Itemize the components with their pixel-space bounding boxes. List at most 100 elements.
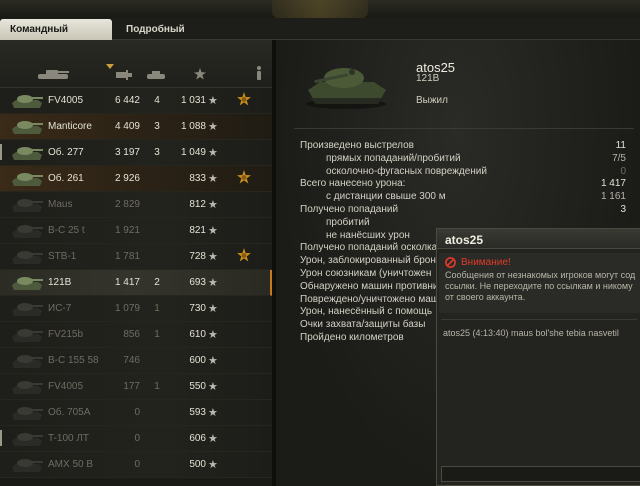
stat-label: Очки захвата/защиты базы	[300, 319, 426, 331]
table-row[interactable]: B-C 25 t 1 921 821 ★	[0, 218, 272, 244]
table-row[interactable]: Manticore 4 409 3 1 088 ★	[0, 114, 272, 140]
tab-bar: Командный результат Подробный отчёт	[0, 18, 640, 56]
chat-title: atos25	[445, 233, 484, 247]
damage-value: 4 409	[114, 121, 140, 132]
table-row[interactable]: FV4005 177 1 550 ★	[0, 374, 272, 400]
star-icon: ★	[208, 303, 218, 315]
kills-value: 1	[154, 329, 160, 340]
kills-value: 1	[154, 303, 160, 314]
star-icon: ★	[208, 199, 218, 211]
kills-icon[interactable]	[146, 70, 166, 80]
stat-label: осколочно-фугасных повреждений	[326, 165, 487, 177]
experience-icon[interactable]	[194, 68, 206, 80]
tank-icon	[12, 225, 43, 238]
stat-label: пробитий	[326, 216, 370, 228]
tank-icon	[12, 173, 43, 186]
star-icon: ★	[208, 173, 218, 185]
tank-name: B-C 155 58	[48, 355, 99, 366]
tab-team-result[interactable]: Командный результат	[0, 19, 112, 56]
experience-value: 593	[189, 407, 206, 418]
experience-value: 500	[189, 459, 206, 470]
star-icon: ★	[208, 95, 218, 107]
stat-label: Урон союзникам (уничтожен	[300, 268, 432, 279]
chat-input[interactable]	[441, 466, 640, 482]
tank-icon	[12, 199, 43, 212]
tank-name: T-100 ЛТ	[48, 433, 90, 444]
divider	[441, 319, 637, 320]
chat-window[interactable]: atos25 Внимание! Сообщения от незнакомых…	[436, 228, 640, 486]
table-row[interactable]: FV4005 6 442 4 1 031 ★	[0, 88, 272, 114]
table-row[interactable]: T-100 ЛТ 0 606 ★	[0, 426, 272, 452]
player-tank: 121B	[416, 73, 440, 84]
edge-marker	[0, 144, 2, 160]
star-icon: ★	[208, 225, 218, 237]
edge-marker	[0, 430, 2, 446]
damage-value: 746	[123, 355, 140, 366]
table-row[interactable]: B-C 155 58 746 600 ★	[0, 348, 272, 374]
damage-value: 856	[123, 329, 140, 340]
tank-name: Maus	[48, 199, 73, 210]
tab-detailed-report[interactable]: Подробный отчёт	[116, 19, 220, 56]
kills-value: 3	[154, 121, 160, 132]
table-row[interactable]: Maus 2 829 812 ★	[0, 192, 272, 218]
tank-name: Об. 261	[48, 173, 84, 184]
damage-value: 3 197	[114, 147, 140, 158]
table-row[interactable]: AMX 50 B 0 500 ★	[0, 452, 272, 478]
medal-column-icon[interactable]	[256, 66, 262, 80]
table-row[interactable]: STB-1 1 781 728 ★	[0, 244, 272, 270]
tank-icon	[12, 303, 43, 316]
medal-icon[interactable]	[236, 170, 252, 186]
tank-name: FV4005	[48, 95, 84, 106]
stat-row: Произведено выстрелов 11	[300, 140, 634, 153]
chat-warning: Внимание! Сообщения от незнакомых игроко…	[439, 253, 640, 313]
experience-value: 812	[189, 199, 206, 210]
experience-value: 1 088	[180, 121, 206, 132]
experience-value: 600	[189, 355, 206, 366]
stat-label: Урон, заблокированный брон	[300, 255, 436, 267]
warning-text: Сообщения от незнакомых игроков могут со…	[445, 270, 636, 302]
table-row[interactable]: ИС-7 1 079 1 730 ★	[0, 296, 272, 322]
stat-value: 0	[620, 165, 626, 177]
tank-name: FV215b	[48, 329, 84, 340]
chat-message: atos25 (4:13:40) maus bol'she tebia nasv…	[443, 328, 619, 338]
tank-name: ИС-7	[48, 303, 72, 314]
tank-icon[interactable]	[36, 68, 70, 80]
stat-value: 11	[615, 140, 626, 151]
tank-name: 121B	[48, 277, 72, 288]
medal-icon[interactable]	[236, 248, 252, 264]
damage-icon[interactable]	[116, 70, 132, 80]
table-row[interactable]: 121B 1 417 2 693 ★	[0, 270, 272, 296]
stat-row: Получено попаданий 3	[300, 204, 634, 217]
stat-label: не нанёсших урон	[326, 229, 410, 241]
stat-label: Произведено выстрелов	[300, 140, 414, 151]
damage-value: 1 079	[114, 303, 140, 314]
sort-chevron-icon[interactable]	[106, 64, 114, 69]
damage-value: 0	[134, 407, 140, 418]
stat-value: 1 161	[600, 191, 626, 203]
star-icon: ★	[208, 277, 218, 289]
kills-value: 3	[154, 147, 160, 158]
tank-icon	[12, 329, 43, 342]
medal-icon[interactable]	[236, 92, 252, 108]
star-icon: ★	[208, 407, 218, 419]
stat-label: Повреждено/уничтожено маши	[300, 293, 445, 305]
damage-value: 1 921	[114, 225, 140, 236]
table-row[interactable]: Об. 277 3 197 3 1 049 ★	[0, 140, 272, 166]
chat-title-bar[interactable]: atos25	[437, 229, 640, 249]
stat-value: 1 417	[600, 178, 626, 190]
star-icon: ★	[208, 147, 218, 159]
experience-value: 693	[189, 277, 206, 288]
tank-icon	[12, 121, 43, 134]
tank-name: B-C 25 t	[48, 225, 85, 236]
table-row[interactable]: Об. 261 2 926 833 ★	[0, 166, 272, 192]
damage-value: 1 417	[114, 277, 140, 288]
experience-value: 1 031	[180, 95, 206, 106]
damage-value: 0	[134, 433, 140, 444]
table-row[interactable]: Об. 705А 0 593 ★	[0, 400, 272, 426]
kills-value: 1	[154, 381, 160, 392]
table-row[interactable]: FV215b 856 1 610 ★	[0, 322, 272, 348]
stat-value: 3	[620, 204, 626, 215]
stat-label: с дистанции свыше 300 м	[326, 191, 446, 203]
tank-icon	[12, 407, 43, 420]
damage-value: 0	[134, 459, 140, 470]
